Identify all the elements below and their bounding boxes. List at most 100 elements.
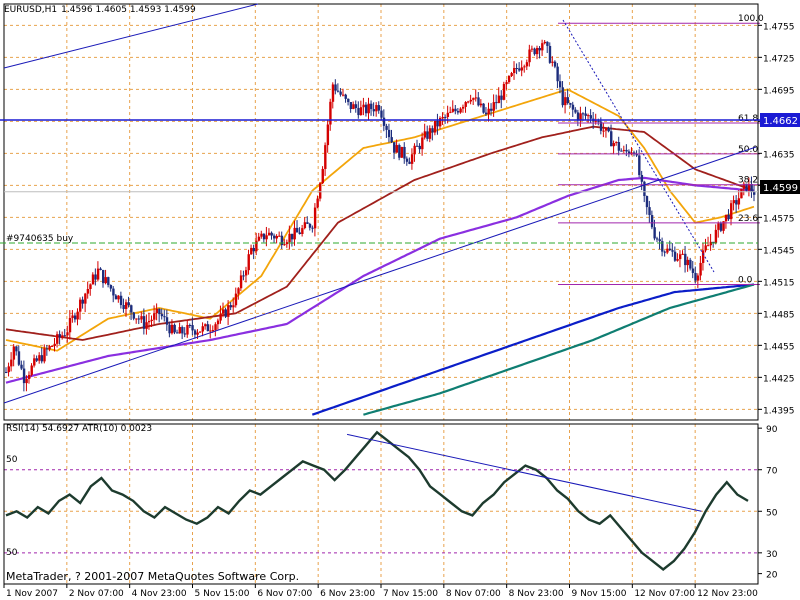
candle-body <box>94 274 97 280</box>
rsi-label-lower: 50 <box>6 548 18 558</box>
candle-body <box>441 116 444 119</box>
candle-body <box>548 45 552 63</box>
candle-body <box>719 223 723 231</box>
candle-body <box>666 248 669 253</box>
candle-body <box>145 322 148 329</box>
candle-body <box>638 155 641 175</box>
candle-body <box>421 137 424 150</box>
candle-body <box>431 128 434 133</box>
candle-body <box>574 109 577 113</box>
candle-body <box>622 149 626 151</box>
candle-body <box>497 95 501 104</box>
candle-body <box>714 229 718 243</box>
candle-body <box>313 207 317 229</box>
rsi-y-tick-label: 30 <box>766 550 778 560</box>
candle-body <box>367 103 370 114</box>
candle-body <box>273 235 276 239</box>
candle-body <box>221 309 225 314</box>
candle-body <box>362 104 365 108</box>
candle-body <box>735 200 738 205</box>
candle-body <box>456 111 460 113</box>
candle-body <box>556 66 559 82</box>
candle-body <box>446 112 450 117</box>
chart-canvas[interactable]: 100.061.850.038.223.60.0 1 Nov 20072 Nov… <box>0 0 800 600</box>
y-tick-label: 1.4635 <box>763 150 795 160</box>
candle-body <box>127 302 130 306</box>
candle-body <box>645 196 649 208</box>
candle-body <box>239 275 243 289</box>
candle-body <box>740 188 743 199</box>
candle-body <box>701 250 705 263</box>
candle-body <box>306 222 309 224</box>
candle-body <box>500 95 503 100</box>
candle-body <box>193 330 197 335</box>
candle-body <box>188 325 192 327</box>
candle-body <box>403 146 406 159</box>
candle-body <box>587 115 590 117</box>
candle-body <box>459 108 462 113</box>
fib-level-label: 38.2 <box>738 176 758 186</box>
fib-level-label: 0.0 <box>738 276 753 286</box>
x-tick-label: 6 Nov 23:00 <box>320 589 375 599</box>
candle-body <box>27 374 31 379</box>
candle-body <box>530 48 534 50</box>
candle-body <box>444 116 447 118</box>
candle-body <box>673 251 677 261</box>
candle-body <box>380 110 383 118</box>
candle-body <box>536 47 539 55</box>
candle-body <box>699 262 702 276</box>
candle-body <box>242 275 245 277</box>
candle-body <box>464 102 467 107</box>
candle-body <box>50 345 54 347</box>
candle-body <box>63 335 67 337</box>
candle-body <box>66 332 69 336</box>
candle-body <box>597 120 600 122</box>
candle-body <box>68 318 72 333</box>
candle-body <box>487 108 490 115</box>
candle-body <box>319 183 322 199</box>
candle-body <box>165 317 169 325</box>
candle-body <box>275 236 279 239</box>
candle-body <box>413 145 416 155</box>
x-tick-label: 8 Nov 07:00 <box>446 589 501 599</box>
rsi-y-tick-label: 20 <box>766 571 778 581</box>
candle-body <box>163 316 166 318</box>
candle-body <box>298 232 301 234</box>
candle-body <box>216 320 220 325</box>
candle-body <box>296 227 299 233</box>
candle-body <box>640 174 644 182</box>
candle-body <box>648 207 651 216</box>
candle-body <box>229 305 233 308</box>
candle-body <box>12 346 16 360</box>
candle-body <box>247 254 250 271</box>
candle-body <box>20 364 23 369</box>
candle-body <box>663 251 667 253</box>
candle-body <box>696 275 700 281</box>
candle-body <box>191 325 194 331</box>
candle-body <box>602 130 605 132</box>
candle-body <box>513 68 516 74</box>
candle-body <box>232 305 235 308</box>
candle-body <box>91 274 95 285</box>
order-label: #9740635 buy <box>6 234 74 244</box>
y-tick-label: 1.4455 <box>763 342 795 352</box>
candle-body <box>566 97 570 104</box>
candle-body <box>370 103 373 110</box>
candle-body <box>142 316 146 329</box>
candle-body <box>410 154 414 164</box>
candle-body <box>676 259 679 261</box>
candle-body <box>17 351 21 365</box>
candle-body <box>280 235 284 246</box>
candle-body <box>311 227 314 229</box>
x-tick-label: 2 Nov 07:00 <box>69 589 124 599</box>
y-tick-label: 1.4395 <box>763 406 795 416</box>
candle-body <box>354 104 358 109</box>
candle-body <box>132 312 136 319</box>
fib-level-label: 100.0 <box>738 14 764 24</box>
candle-body <box>30 365 33 375</box>
candle-body <box>186 325 189 335</box>
candle-body <box>176 332 179 334</box>
candle-body <box>691 268 695 273</box>
candle-body <box>416 145 419 147</box>
candle-body <box>546 41 549 46</box>
